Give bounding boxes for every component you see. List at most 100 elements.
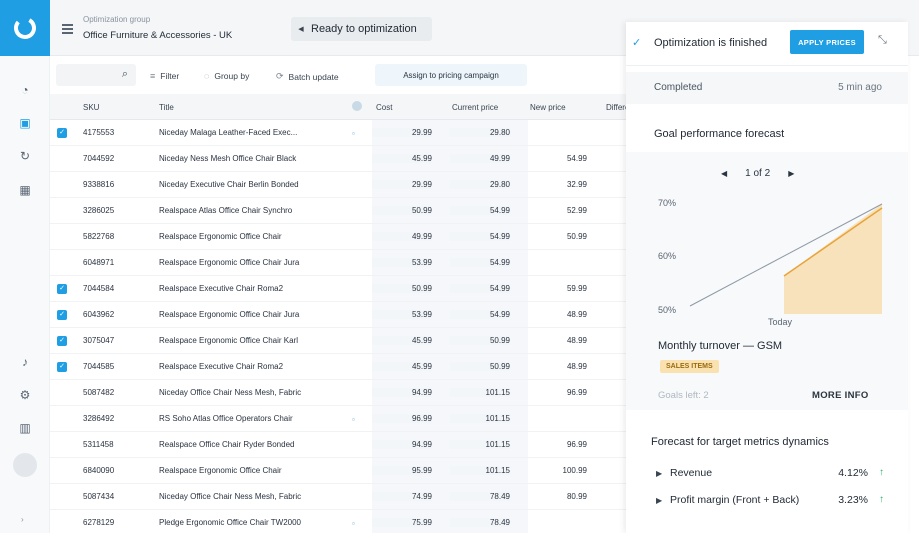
col-cost[interactable]: Cost [376, 103, 392, 112]
sku-cell: 3286492 [83, 414, 115, 423]
new-price-cell[interactable]: 32.99 [527, 180, 587, 189]
expand-rail-icon[interactable]: › [21, 515, 24, 524]
more-info-link[interactable]: MORE INFO [812, 390, 869, 401]
row-checkbox[interactable]: ✓ [57, 336, 67, 346]
table-row[interactable]: ✓ 4175553 Niceday Malaga Leather-Faced Exe… [50, 120, 635, 146]
table-row[interactable]: 3286025 Realspace Atlas Office Chair Sync… [50, 198, 635, 224]
table-row[interactable]: ✓ 7044584 Realspace Executive Chair Roma2 5… [50, 276, 635, 302]
cost-cell: 96.99 [372, 414, 432, 423]
col-flag-icon [352, 101, 362, 111]
new-price-cell[interactable]: 96.99 [527, 440, 587, 449]
row-checkbox[interactable] [57, 206, 67, 216]
documents-icon[interactable]: ▣ [17, 115, 33, 131]
row-checkbox[interactable]: ✓ [57, 362, 67, 372]
new-price-cell[interactable]: 48.99 [527, 336, 587, 345]
new-price-cell[interactable]: 96.99 [527, 388, 587, 397]
cost-cell: 94.99 [372, 440, 432, 449]
row-checkbox[interactable] [57, 414, 67, 424]
filter-button[interactable]: ≡ Filter [150, 71, 179, 81]
pager-next-icon[interactable]: ▶ [788, 169, 794, 178]
table-row[interactable]: 9338816 Niceday Executive Chair Berlin Bo… [50, 172, 635, 198]
forecast-title: Forecast for target metrics dynamics [651, 436, 829, 448]
sku-cell: 7044592 [83, 154, 115, 163]
completed-time: 5 min ago [838, 82, 882, 93]
calendar-icon[interactable]: ▦ [17, 182, 33, 198]
collapse-icon[interactable]: ⤡ [878, 34, 887, 47]
new-price-cell[interactable]: 54.99 [527, 154, 587, 163]
table-row[interactable]: ✓ 6043962 Realspace Ergonomic Office Chair… [50, 302, 635, 328]
table-row[interactable]: ✓ 7044585 Realspace Executive Chair Roma2 4… [50, 354, 635, 380]
row-checkbox[interactable] [57, 440, 67, 450]
row-checkbox[interactable] [57, 492, 67, 502]
row-checkbox[interactable] [57, 388, 67, 398]
table-row[interactable]: 3286492 RS Soho Atlas Office Operators Ch… [50, 406, 635, 432]
table-row[interactable]: 7044592 Niceday Ness Mesh Office Chair Bl… [50, 146, 635, 172]
pager-prev-icon[interactable]: ◀ [721, 169, 727, 178]
new-price-cell[interactable]: 100.99 [527, 466, 587, 475]
new-price-cell[interactable]: 48.99 [527, 362, 587, 371]
batch-update-button[interactable]: ⟳ Batch update [276, 71, 339, 82]
new-price-cell[interactable]: 80.99 [527, 492, 587, 501]
apply-prices-button[interactable]: APPLY PRICES [790, 30, 864, 54]
table-row[interactable]: 6840090 Realspace Ergonomic Office Chair 9… [50, 458, 635, 484]
settings-icon[interactable]: ⚙ [17, 387, 33, 403]
row-checkbox[interactable]: ✓ [57, 284, 67, 294]
app-logo[interactable] [0, 0, 50, 56]
row-checkbox[interactable] [57, 518, 67, 528]
row-checkbox[interactable] [57, 180, 67, 190]
sku-cell: 3286025 [83, 206, 115, 215]
refresh-cloud-icon[interactable]: ↻ [17, 148, 33, 164]
row-checkbox[interactable]: ✓ [57, 310, 67, 320]
status-text: Ready to optimization [311, 23, 417, 35]
table-row[interactable]: ✓ 3075047 Realspace Ergonomic Office Chair… [50, 328, 635, 354]
assign-campaign-button[interactable]: Assign to pricing campaign [375, 64, 527, 86]
bank-icon[interactable]: ▥ [17, 420, 33, 436]
avatar[interactable] [13, 453, 37, 477]
table-row[interactable]: 6048971 Realspace Ergonomic Office Chair … [50, 250, 635, 276]
title-cell: Niceday Executive Chair Berlin Bonded [159, 180, 299, 189]
history-icon[interactable]: ◔ [17, 82, 33, 98]
col-title[interactable]: Title [159, 103, 174, 112]
current-price-cell: 50.99 [450, 362, 510, 371]
table-row[interactable]: 5087434 Niceday Office Chair Ness Mesh, F… [50, 484, 635, 510]
status-box[interactable]: ◀ Ready to optimization [291, 17, 432, 41]
sku-cell: 5087434 [83, 492, 115, 501]
new-price-cell[interactable]: 50.99 [527, 232, 587, 241]
metric-label: Revenue [670, 467, 713, 479]
row-checkbox[interactable] [57, 466, 67, 476]
cost-cell: 50.99 [372, 206, 432, 215]
products-table: SKU Title Cost Current price New price D… [50, 94, 635, 533]
metric-row-profit-margin[interactable]: ▶ Profit margin (Front + Back) 3.23% ↑ [626, 489, 908, 515]
col-sku[interactable]: SKU [83, 103, 99, 112]
menu-icon[interactable] [62, 24, 73, 36]
row-checkbox[interactable]: ✓ [57, 128, 67, 138]
col-current-price[interactable]: Current price [452, 103, 498, 112]
table-row[interactable]: 6278129 Pledge Ergonomic Office Chair TW2… [50, 510, 635, 533]
current-price-cell: 101.15 [450, 388, 510, 397]
table-row[interactable]: 5311458 Realspace Office Chair Ryder Bond… [50, 432, 635, 458]
metric-name: Monthly turnover — GSM [658, 340, 783, 352]
new-price-cell[interactable]: 59.99 [527, 284, 587, 293]
col-new-price[interactable]: New price [530, 103, 566, 112]
x-tick-today: Today [768, 317, 793, 327]
row-checkbox[interactable] [57, 154, 67, 164]
caret-left-icon[interactable]: ◀ [291, 25, 311, 33]
metric-row-revenue[interactable]: ▶ Revenue 4.12% ↑ [626, 462, 908, 488]
group-name[interactable]: Office Furniture & Accessories - UK [83, 30, 232, 41]
new-price-cell[interactable]: 52.99 [527, 206, 587, 215]
group-by-button[interactable]: ◌ Group by [204, 71, 249, 81]
title-cell: Niceday Office Chair Ness Mesh, Fabric [159, 492, 302, 501]
new-price-cell[interactable]: 48.99 [527, 310, 587, 319]
sku-cell: 9338816 [83, 180, 115, 189]
expand-caret-icon[interactable]: ▶ [656, 496, 662, 505]
bell-icon[interactable]: ♪ [17, 354, 33, 370]
title-cell: Niceday Malaga Leather-Faced Exec... [159, 128, 298, 137]
search-input[interactable]: ⌕ [56, 64, 136, 86]
cost-cell: 53.99 [372, 258, 432, 267]
table-row[interactable]: 5087482 Niceday Office Chair Ness Mesh, F… [50, 380, 635, 406]
title-cell: Realspace Ergonomic Office Chair Jura [159, 258, 300, 267]
row-checkbox[interactable] [57, 232, 67, 242]
expand-caret-icon[interactable]: ▶ [656, 469, 662, 478]
table-row[interactable]: 5822768 Realspace Ergonomic Office Chair 4… [50, 224, 635, 250]
row-checkbox[interactable] [57, 258, 67, 268]
